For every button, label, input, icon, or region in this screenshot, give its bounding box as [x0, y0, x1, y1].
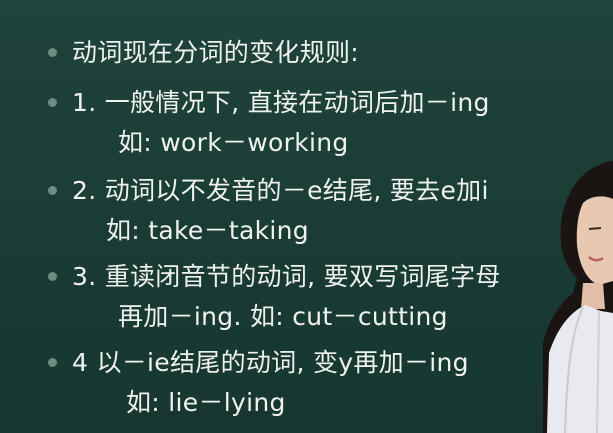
- chalkboard-slide: 动词现在分词的变化规则: 1. 一般情况下, 直接在动词后加－ing 如: wo…: [0, 0, 613, 433]
- rule-4-text: 4 以－ie结尾的动词, 变y再加－ing: [72, 348, 469, 377]
- rule-3-text: 3. 重读闭音节的动词, 要双写词尾字母: [72, 262, 501, 291]
- rule-1-example: 如: work－working: [118, 128, 349, 157]
- presenter-image: [543, 133, 613, 433]
- bullet-icon: [48, 358, 57, 367]
- rule-4-example: 如: lie－lying: [126, 388, 286, 417]
- bullet-icon: [48, 272, 57, 281]
- slide-title: 动词现在分词的变化规则:: [72, 38, 360, 67]
- bullet-icon: [48, 48, 57, 57]
- bullet-icon: [48, 186, 57, 195]
- rule-1-text: 1. 一般情况下, 直接在动词后加－ing: [72, 88, 490, 117]
- rule-3-example: 再加－ing. 如: cut－cutting: [118, 302, 448, 331]
- presenter-figure: [543, 133, 613, 433]
- rule-2-example: 如: take－taking: [106, 216, 309, 245]
- rule-2-text: 2. 动词以不发音的－e结尾, 要去e加i: [72, 176, 489, 205]
- bullet-icon: [48, 98, 57, 107]
